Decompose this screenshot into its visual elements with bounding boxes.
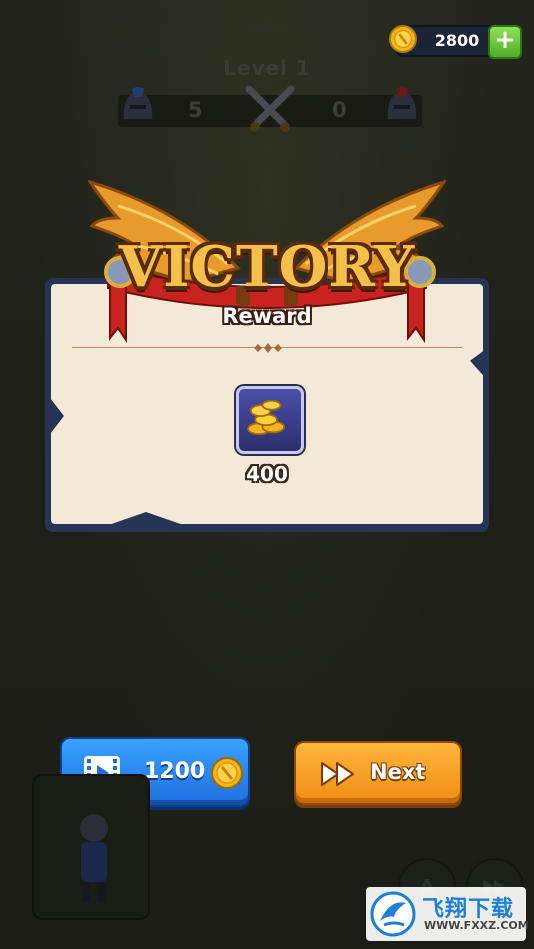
fast-forward-icon [321,762,354,786]
next-button[interactable]: Next [294,741,462,805]
divider-ornament-icon [254,343,282,353]
victory-title: VICTORY [118,234,416,300]
character-avatar [80,814,108,902]
crossed-swords-icon [245,85,295,132]
blue-team-helmet-icon [123,87,153,119]
coin-balance-value: 2800 [434,31,480,50]
reward-amount: 400 [246,462,288,486]
blue-team-score: 5 [188,98,203,122]
reward-heading: Reward [222,304,312,328]
add-coins-button[interactable]: + [488,25,522,59]
video-reward-amount: 1200 [144,759,206,784]
next-button-label: Next [370,760,426,784]
gold-coin-pile-icon [247,399,286,436]
reward-item-slot [236,386,304,454]
watermark-url: WWW.FXXZ.COM [424,919,529,932]
red-team-score: 0 [332,98,347,122]
site-watermark: 飞翔下载 WWW.FXXZ.COM [366,887,529,941]
score-bar: 5 0 [118,85,422,132]
gold-coin-icon [389,25,417,53]
gold-coin-icon [211,757,243,789]
character-card [32,774,150,920]
watermark-logo-icon [370,891,416,937]
red-team-helmet-icon [387,87,417,119]
level-title: Level 1 [223,56,311,80]
coin-balance-bar: 2800 + [389,25,522,59]
